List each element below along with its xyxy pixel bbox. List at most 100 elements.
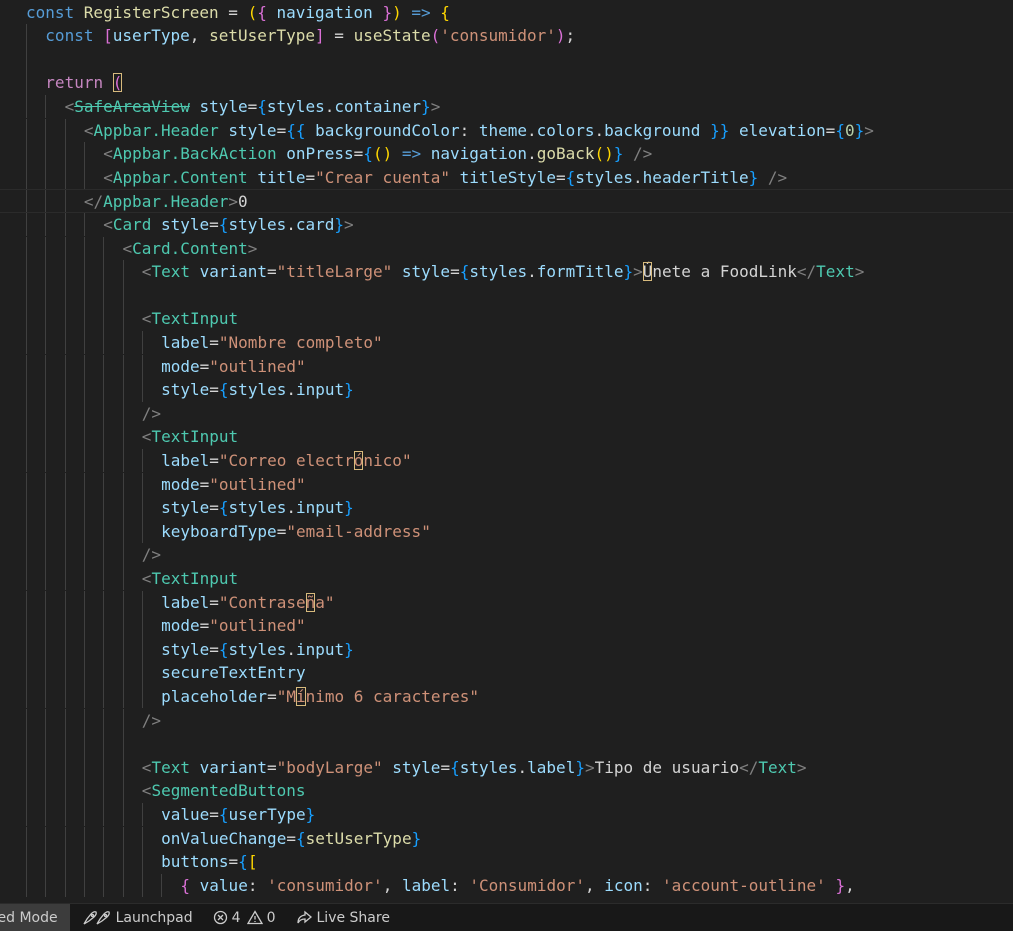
code-line[interactable]: <Text variant="titleLarge" style={styles… (0, 260, 1013, 284)
code-token: , (584, 875, 605, 895)
code-line[interactable]: <Appbar.Header style={{ backgroundColor:… (0, 118, 1013, 143)
indent-guide (64, 732, 66, 756)
indent-guide (26, 378, 27, 402)
code-text: buttons={[ (161, 850, 257, 874)
code-token: Appbar.Header (93, 120, 219, 140)
indent-guide (26, 190, 27, 212)
code-text: label="Nombre completo" (161, 331, 383, 355)
error-circle-icon (213, 910, 228, 925)
code-token: > (633, 262, 643, 282)
code-line[interactable]: mode="outlined" (0, 354, 1013, 379)
code-token: titleStyle (449, 167, 556, 187)
code-line[interactable]: </Appbar.Header>0 (0, 189, 1013, 213)
code-token: input (295, 639, 345, 659)
code-token: } (748, 167, 759, 187)
code-line[interactable]: placeholder="Mínimo 6 caracteres" (0, 684, 1013, 709)
code-token: í (295, 686, 306, 706)
code-text: value={userType} (161, 803, 315, 827)
launchpad-button[interactable]: Launchpad (82, 910, 193, 926)
code-line[interactable]: secureTextEntry (0, 661, 1013, 685)
indent-guide (141, 661, 143, 685)
code-line[interactable]: buttons={[ (0, 850, 1013, 874)
code-token: < (141, 568, 152, 588)
code-token: 'account-outline' (662, 875, 826, 895)
code-line[interactable]: const [userType, setUserType] = useState… (0, 24, 1013, 48)
code-line[interactable]: style={styles.input} (0, 496, 1013, 520)
indent-guide (122, 307, 124, 331)
code-line[interactable]: onValueChange={setUserType} (0, 826, 1013, 851)
indent-guide (83, 142, 85, 166)
code-line[interactable]: <Card style={styles.card}> (0, 212, 1013, 237)
code-line[interactable]: <Card.Content> (0, 236, 1013, 261)
code-token: => (392, 144, 431, 164)
code-token: variant (189, 757, 268, 777)
live-share-button[interactable]: Live Share (296, 910, 390, 926)
code-token: . (633, 167, 643, 187)
code-line[interactable]: label="Nombre completo" (0, 330, 1013, 355)
code-line[interactable]: <SafeAreaView style={styles.container}> (0, 94, 1013, 119)
code-line[interactable]: value={userType} (0, 802, 1013, 827)
code-text: mode="outlined" (161, 355, 306, 379)
indent-guide (83, 307, 85, 331)
code-line[interactable]: style={styles.input} (0, 378, 1013, 402)
code-line[interactable]: <Appbar.Content title="Crear cuenta" tit… (0, 165, 1013, 190)
code-token: = (209, 450, 219, 470)
code-token: const (26, 2, 84, 22)
indent-guide (45, 566, 47, 591)
indent-guide (83, 165, 85, 190)
code-token: label (401, 875, 451, 895)
code-token: value (161, 804, 210, 824)
code-line[interactable]: mode="outlined" (0, 472, 1013, 497)
code-line[interactable]: keyboardType="email-address" (0, 519, 1013, 544)
code-line[interactable]: <TextInput (0, 566, 1013, 591)
code-token: > (584, 757, 595, 777)
code-line[interactable]: style={styles.input} (0, 637, 1013, 662)
indent-guide (64, 802, 66, 827)
code-line[interactable]: <Appbar.BackAction onPress={() => naviga… (0, 142, 1013, 166)
code-token: background (604, 120, 701, 140)
code-token: < (141, 757, 152, 777)
code-text: placeholder="Mínimo 6 caracteres" (161, 685, 479, 709)
indent-guide (45, 472, 47, 497)
status-mode-indicator[interactable]: ted Mode (0, 904, 70, 931)
indent-guide (122, 519, 124, 544)
code-token: < (141, 262, 152, 282)
code-line[interactable]: <TextInput (0, 307, 1013, 331)
code-token: onPress (276, 144, 354, 164)
code-line[interactable]: /> (0, 401, 1013, 426)
code-token: { (363, 144, 373, 164)
code-line[interactable]: /> (0, 708, 1013, 733)
code-text: <Card style={styles.card}> (103, 213, 354, 237)
code-line[interactable]: /> (0, 543, 1013, 567)
problems-indicator[interactable]: 4 0 (213, 910, 276, 926)
code-token: useState (353, 26, 431, 46)
indent-guide (64, 873, 66, 898)
code-line[interactable] (0, 732, 1013, 756)
code-editor[interactable]: const RegisterScreen = ({ navigation }) … (0, 0, 1013, 903)
code-line[interactable]: mode="outlined" (0, 614, 1013, 638)
indent-guide (45, 732, 47, 756)
code-token: ó (353, 450, 364, 470)
code-text: { value: 'consumidor', label: 'Consumido… (180, 874, 854, 898)
indent-guide (45, 802, 47, 827)
code-line[interactable]: { value: 'consumidor', label: 'Consumido… (0, 873, 1013, 898)
code-line[interactable]: <Text variant="bodyLarge" style={styles.… (0, 755, 1013, 780)
code-token: userType (112, 26, 190, 46)
code-token: TextInput (151, 309, 239, 329)
code-token: "bodyLarge" (276, 757, 383, 777)
code-line[interactable]: const RegisterScreen = ({ navigation }) … (0, 1, 1013, 25)
code-token: styles (228, 380, 287, 400)
code-line[interactable]: label="Correo electrónico" (0, 448, 1013, 473)
code-line[interactable]: label="Contraseña" (0, 590, 1013, 615)
code-token: input (295, 380, 345, 400)
code-token: . (286, 214, 296, 234)
code-line[interactable]: return ( (0, 71, 1013, 95)
code-token: </ (739, 757, 759, 777)
code-line[interactable]: <SegmentedButtons (0, 779, 1013, 803)
indent-guide (64, 401, 66, 426)
code-line[interactable] (0, 47, 1013, 72)
code-line[interactable] (0, 283, 1013, 308)
code-line[interactable]: <TextInput (0, 425, 1013, 449)
indent-guide (103, 425, 105, 449)
code-text: <TextInput (142, 425, 238, 449)
